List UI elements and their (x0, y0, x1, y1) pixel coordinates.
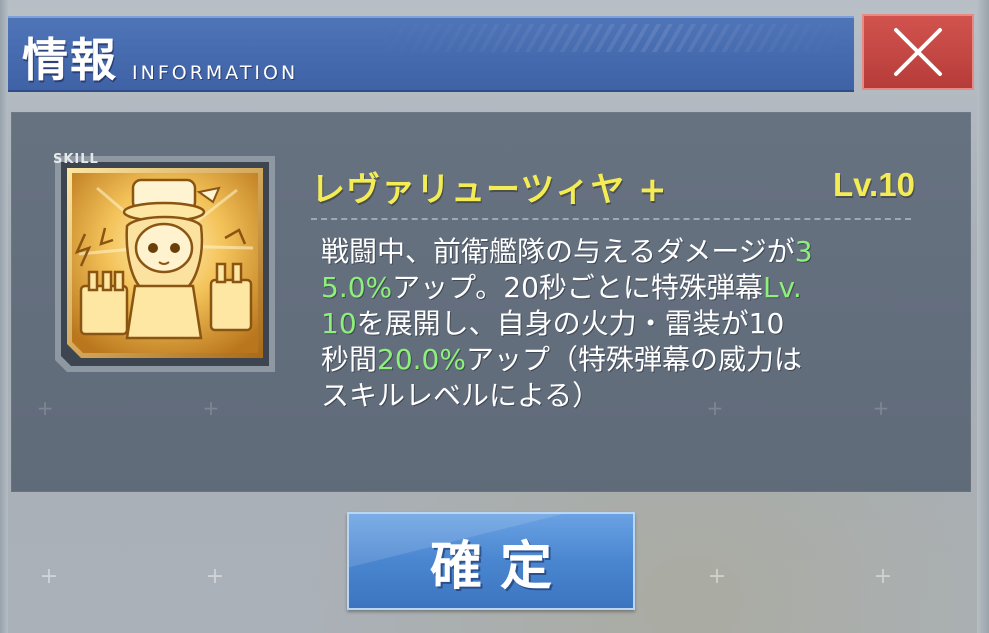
confirm-button-label: 確定 (429, 535, 570, 597)
description-text: を展開し、自身の火力・雷装が10 (356, 307, 785, 340)
skill-description-line: 戦闘中、前衛艦隊の与えるダメージが3 (321, 234, 911, 270)
close-x-icon (894, 28, 942, 76)
background-plus-icon: + (707, 564, 727, 589)
skill-description-line: 秒間20.0%アップ（特殊弾幕の威力は (321, 342, 911, 378)
skill-description-line: スキルレベルによる） (321, 378, 911, 414)
panel-plus-icon: + (202, 396, 220, 420)
background-plus-icon: + (39, 564, 59, 589)
confirm-button[interactable]: 確定 (347, 512, 635, 610)
background-plus-icon: + (205, 564, 225, 589)
header-divider (311, 218, 911, 220)
description-text: アップ（特殊弾幕の威力は (465, 343, 802, 376)
description-text: 戦闘中、前衛艦隊の与えるダメージが (321, 235, 795, 268)
skill-level: Lv.10 (833, 166, 915, 203)
skill-description-line: 5.0%アップ。20秒ごとに特殊弾幕Lv. (321, 270, 911, 306)
highlighted-value: Lv. (762, 271, 802, 304)
highlighted-value: 10 (321, 307, 357, 340)
skill-name: レヴァリューツィヤ + (311, 170, 668, 210)
skill-description-line: 10を展開し、自身の火力・雷装が10 (321, 306, 911, 342)
title-bar-stripes (368, 24, 848, 52)
dialog-title: 情報 (22, 33, 118, 87)
panel-plus-icon: + (36, 396, 54, 420)
skill-info-panel: + + + + SKILL レヴァリューツィヤ + Lv.10 戦闘中、前衛艦隊… (11, 112, 971, 492)
highlighted-value: 5.0% (321, 271, 393, 304)
description-text: 秒間 (321, 343, 378, 376)
description-text: アップ。20秒ごとに特殊弾幕 (392, 271, 763, 304)
anchor-shipgirl-skill-icon (67, 168, 263, 358)
dialog-subtitle: INFORMATION (132, 62, 299, 84)
description-text: スキルレベルによる） (321, 379, 601, 412)
background-frame-right (977, 0, 989, 633)
skill-tag: SKILL (53, 152, 99, 167)
close-button[interactable] (862, 14, 974, 90)
background-frame-top (0, 0, 989, 8)
highlighted-value: 20.0% (377, 343, 466, 376)
background-plus-icon: + (873, 564, 893, 589)
skill-description: 戦闘中、前衛艦隊の与えるダメージが3 5.0%アップ。20秒ごとに特殊弾幕Lv. 1… (321, 234, 911, 414)
background-frame-left (0, 0, 8, 633)
highlighted-value: 3 (794, 235, 813, 268)
dialog-title-bar: 情報 INFORMATION (8, 16, 854, 92)
